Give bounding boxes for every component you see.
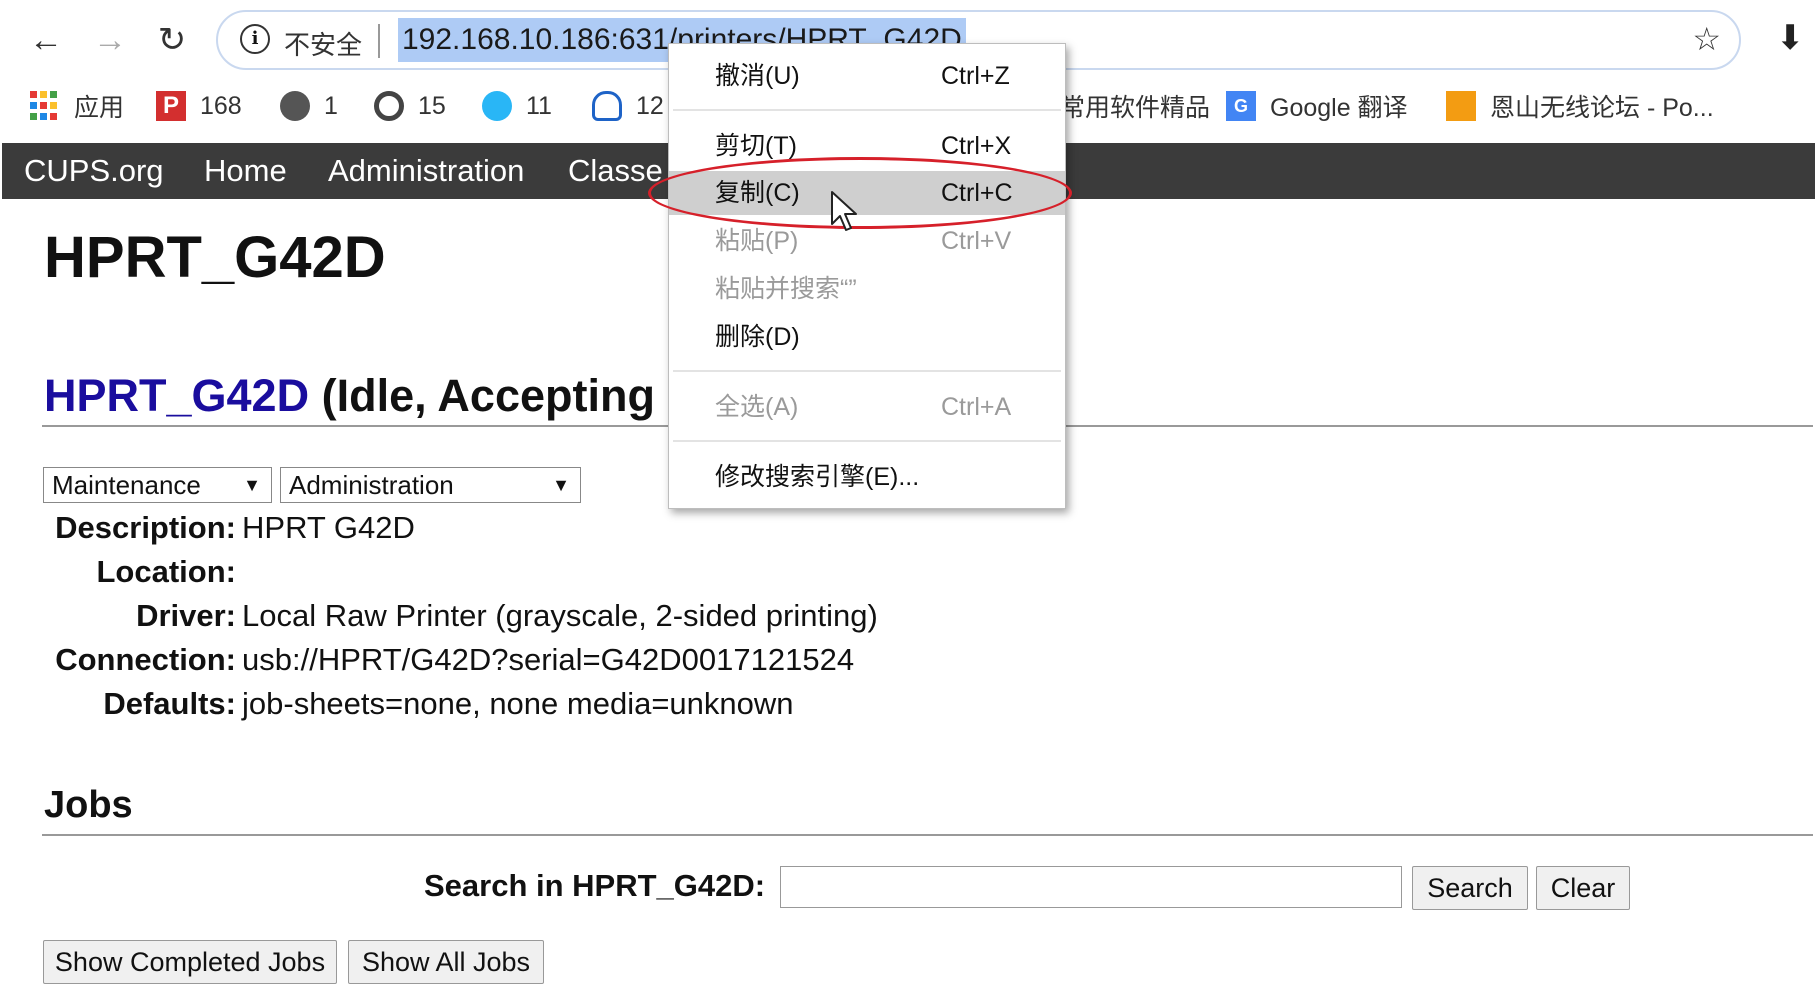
defaults-value: job-sheets=none, none media=unknown <box>242 686 794 721</box>
menu-item-delete[interactable]: 删除(D) <box>669 315 1065 359</box>
defaults-label: Defaults: <box>103 686 236 721</box>
menu-item-label: 修改搜索引擎(E)... <box>715 463 920 491</box>
search-input[interactable] <box>780 866 1402 908</box>
nav-classes[interactable]: Classe <box>568 143 663 199</box>
bookmark-label: 恩山无线论坛 - Po... <box>1490 94 1714 122</box>
bookmark-15[interactable]: 15 <box>374 84 446 128</box>
info-icon[interactable]: i <box>240 24 270 54</box>
bookmark-label: 1 <box>324 91 338 120</box>
bookmark-11[interactable]: 11 <box>482 84 552 128</box>
context-menu: 撤消(U) Ctrl+Z 剪切(T) Ctrl+X 复制(C) Ctrl+C 粘… <box>668 43 1066 509</box>
search-button[interactable]: Search <box>1412 866 1528 910</box>
menu-item-label: 剪切(T) <box>715 132 797 160</box>
insecure-label: 不安全 <box>284 30 363 60</box>
back-icon[interactable]: ← <box>24 18 68 62</box>
nav-home[interactable]: Home <box>204 143 287 199</box>
nav-administration[interactable]: Administration <box>328 143 524 199</box>
page-title: HPRT_G42D <box>44 225 386 290</box>
printer-status: (Idle, Accepting <box>321 370 655 421</box>
menu-item-shortcut: Ctrl+C <box>941 179 1013 207</box>
driver-label: Driver: <box>136 598 236 633</box>
connection-value: usb://HPRT/G42D?serial=G42D0017121524 <box>242 642 855 677</box>
download-icon[interactable]: ⬇ <box>1776 18 1805 58</box>
separator <box>378 24 380 58</box>
location-label: Location: <box>96 554 237 589</box>
bookmark-12[interactable]: 12 <box>592 84 664 128</box>
bookmark-label: 11 <box>526 91 552 120</box>
menu-item-paste[interactable]: 粘贴(P) Ctrl+V <box>669 219 1065 263</box>
menu-separator <box>673 370 1061 372</box>
menu-item-label: 全选(A) <box>715 393 799 421</box>
menu-separator <box>673 440 1061 442</box>
menu-item-shortcut: Ctrl+X <box>941 132 1012 160</box>
forward-icon[interactable]: → <box>88 18 132 62</box>
bookmark-star-icon[interactable]: ☆ <box>1692 20 1721 58</box>
red-p-icon: P <box>156 91 186 121</box>
dropdown-arrow-icon: ▼ <box>552 475 570 495</box>
globe-icon <box>280 91 310 121</box>
printer-heading: HPRT_G42D (Idle, Accepting <box>44 370 655 422</box>
bookmark-label: 常用软件精品 <box>1060 94 1211 122</box>
bookmark-apps[interactable]: 应用 <box>30 84 124 128</box>
record-icon <box>374 91 404 121</box>
show-completed-jobs-button[interactable]: Show Completed Jobs <box>43 940 337 984</box>
apps-grid-icon <box>30 91 60 121</box>
menu-item-select-all[interactable]: 全选(A) Ctrl+A <box>669 385 1065 429</box>
dropdown-arrow-icon: ▼ <box>243 475 261 495</box>
menu-item-paste-and-search[interactable]: 粘贴并搜索“” <box>669 267 1065 311</box>
clear-button[interactable]: Clear <box>1536 866 1630 910</box>
menu-item-label: 撤消(U) <box>715 62 800 90</box>
description-value: HPRT G42D <box>242 510 415 545</box>
driver-value: Local Raw Printer (grayscale, 2-sided pr… <box>242 598 878 633</box>
maintenance-select-value: Maintenance <box>52 470 201 500</box>
menu-item-copy[interactable]: 复制(C) Ctrl+C <box>669 171 1065 215</box>
cloud-icon <box>592 91 622 121</box>
nav-cups-org[interactable]: CUPS.org <box>24 143 164 199</box>
menu-item-shortcut: Ctrl+V <box>941 227 1012 255</box>
search-label: Search in HPRT_G42D: <box>424 868 766 903</box>
jobs-heading: Jobs <box>44 784 133 826</box>
description-label: Description: <box>55 510 236 545</box>
administration-select[interactable]: Administration ▼ <box>280 467 581 503</box>
bookmark-label: 168 <box>200 91 242 120</box>
reload-icon[interactable]: ↻ <box>150 18 194 62</box>
mouse-cursor-icon <box>831 191 857 231</box>
menu-item-label: 复制(C) <box>715 179 800 207</box>
menu-item-label: 粘贴(P) <box>715 227 799 255</box>
connection-label: Connection: <box>55 642 236 677</box>
google-translate-icon: G <box>1226 91 1256 121</box>
menu-item-label: 粘贴并搜索“” <box>715 275 857 303</box>
eye-icon <box>482 91 512 121</box>
bookmark-label: 15 <box>418 91 446 120</box>
bookmark-168[interactable]: P 168 <box>156 84 242 128</box>
bookmark-label: Google 翻译 <box>1270 94 1408 122</box>
bookmark-software[interactable]: 常用软件精品 <box>1060 84 1210 128</box>
menu-item-shortcut: Ctrl+Z <box>941 62 1010 90</box>
bookmark-1[interactable]: 1 <box>280 84 338 128</box>
bookmark-google-translate[interactable]: G Google 翻译 <box>1226 84 1408 128</box>
section-divider <box>42 834 1813 836</box>
menu-separator <box>673 109 1061 111</box>
menu-item-edit-search-engines[interactable]: 修改搜索引擎(E)... <box>669 455 1065 499</box>
show-all-jobs-button[interactable]: Show All Jobs <box>348 940 544 984</box>
maintenance-select[interactable]: Maintenance ▼ <box>43 467 272 503</box>
bookmark-label: 应用 <box>74 94 125 122</box>
administration-select-value: Administration <box>289 470 454 500</box>
menu-item-label: 删除(D) <box>715 323 800 351</box>
menu-item-cut[interactable]: 剪切(T) Ctrl+X <box>669 124 1065 168</box>
bookmark-enshan[interactable]: 恩山无线论坛 - Po... <box>1446 84 1714 128</box>
menu-item-shortcut: Ctrl+A <box>941 393 1012 421</box>
enshan-icon <box>1446 91 1476 121</box>
menu-item-undo[interactable]: 撤消(U) Ctrl+Z <box>669 54 1065 98</box>
bookmark-label: 12 <box>636 91 664 120</box>
printer-link[interactable]: HPRT_G42D <box>44 370 309 421</box>
